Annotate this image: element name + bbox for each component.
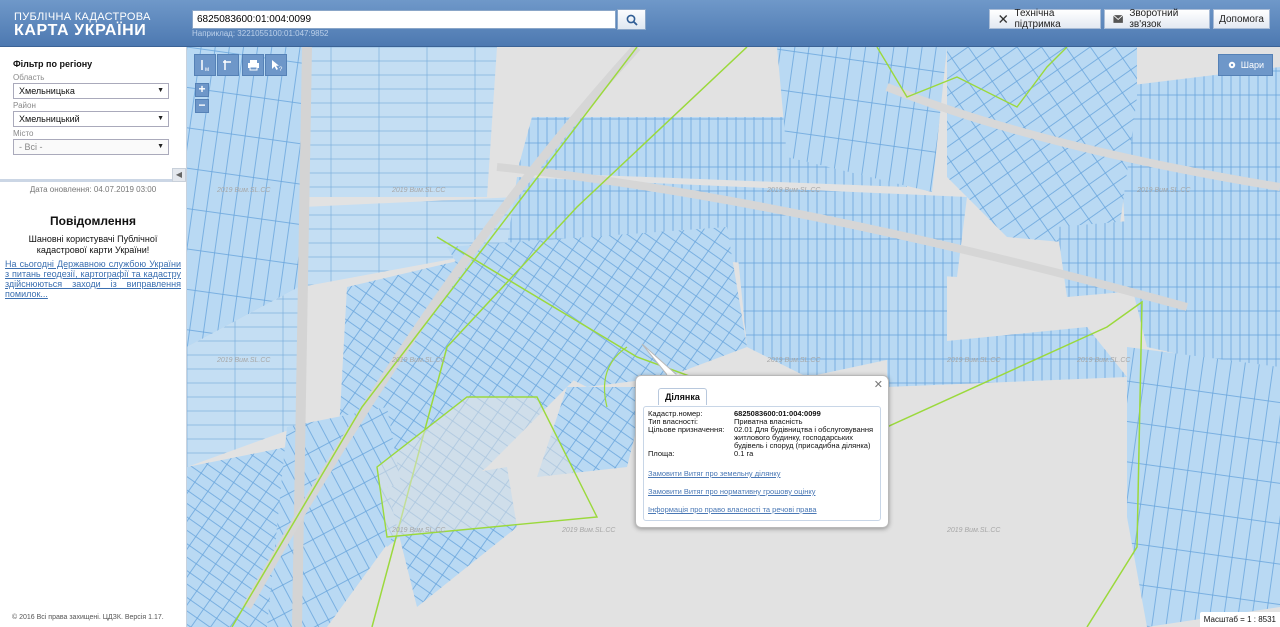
identify-button[interactable]: ? [265, 54, 287, 76]
layers-button[interactable]: Шари [1217, 54, 1273, 76]
support-button[interactable]: Технічна підтримка [989, 8, 1101, 30]
watermark-label: 2019 Вим.SL.CC [216, 357, 271, 364]
watermark-label: 2019 Вим.SL.CC [946, 527, 1001, 534]
notice-title: Повідомлення [50, 214, 136, 228]
search-icon [626, 14, 638, 26]
watermark-label: 2019 Вим.SL.CC [391, 357, 446, 364]
watermark-label: 2019 Вим.SL.CC [766, 357, 821, 364]
measure-tools: м [194, 54, 239, 76]
region-select[interactable]: Хмельницька ▼ [13, 83, 169, 99]
detail-key: Площа: [648, 449, 675, 458]
parcel-info-popup: ✕ Ділянка Кадастр.номер: 6825083600:01:0… [635, 375, 889, 528]
update-date: Дата оновлення: 04.07.2019 03:00 [29, 185, 157, 194]
app-header: ПУБЛІЧНА КАДАСТРОВА КАРТА УКРАЇНИ Наприк… [0, 0, 1280, 47]
detail-value: 0.1 га [734, 449, 754, 458]
measure-distance-button[interactable]: м [194, 54, 216, 76]
detail-row-area: Площа: 0.1 га [648, 450, 876, 458]
filter-title: Фільтр по регіону [13, 59, 93, 69]
search-hint: Наприклад: 3221055100:01:047:9852 [192, 29, 329, 38]
watermark-label: 2019 Вим.SL.CC [216, 187, 271, 194]
tab-parcel[interactable]: Ділянка [658, 388, 707, 405]
watermark-label: 2019 Вим.SL.CC [1076, 357, 1131, 364]
detail-row-purpose: Цільове призначення: 02.01 Для будівницт… [648, 426, 876, 450]
watermark-label: 2019 Вим.SL.CC [561, 527, 616, 534]
region-filter: Фільтр по регіону Область Хмельницька ▼ … [0, 47, 186, 182]
sidebar: Фільтр по регіону Область Хмельницька ▼ … [0, 47, 187, 627]
zoom-controls: + − [195, 83, 209, 113]
zoom-in-button[interactable]: + [195, 83, 209, 97]
city-label: Місто [13, 129, 34, 138]
cadastral-search-input[interactable] [192, 10, 616, 29]
cadastral-map[interactable]: 2019 Вим.SL.CC 2019 Вим.SL.CC 2019 Вим.S… [187, 47, 1280, 627]
ruler-icon: м [201, 60, 209, 72]
collapse-sidebar-button[interactable]: ◀ [172, 168, 186, 182]
detail-key: Цільове призначення: [648, 425, 725, 434]
envelope-icon [1113, 14, 1124, 23]
copyright: © 2016 Всі права захищені. ЦДЗК. Версія … [12, 614, 164, 621]
area-icon [223, 60, 231, 70]
close-icon[interactable]: ✕ [874, 378, 883, 391]
notice-link[interactable]: На сьогодні Державною службою України з … [5, 259, 181, 299]
order-valuation-extract-link[interactable]: Замовити Витяг про нормативну грошову оц… [648, 487, 876, 496]
help-label: Допомога [1219, 13, 1264, 25]
support-label: Технічна підтримка [1014, 8, 1061, 30]
extra-tools: ? [242, 54, 287, 76]
district-value: Хмельницький [19, 114, 80, 124]
feedback-button[interactable]: Зворотний зв'язок [1104, 8, 1210, 30]
tools-icon [999, 15, 1008, 23]
measure-area-button[interactable] [217, 54, 239, 76]
watermark-label: 2019 Вим.SL.CC [391, 527, 446, 534]
district-label: Район [13, 101, 36, 110]
help-button[interactable]: Допомога [1213, 9, 1270, 29]
order-parcel-extract-link[interactable]: Замовити Витяг про земельну ділянку [648, 469, 876, 478]
detail-value: 02.01 Для будівництва і обслуговування ж… [734, 425, 874, 450]
svg-text:м: м [205, 67, 209, 72]
watermark-label: 2019 Вим.SL.CC [1136, 187, 1191, 194]
map-canvas[interactable]: 2019 Вим.SL.CC 2019 Вим.SL.CC 2019 Вим.S… [187, 47, 1280, 627]
feedback-label: Зворотний зв'язок [1129, 8, 1179, 30]
city-select[interactable]: - Всі - ▼ [13, 139, 169, 155]
region-value: Хмельницька [19, 86, 75, 96]
parcel-details-panel: Кадастр.номер: 6825083600:01:004:0099 Ти… [643, 406, 881, 521]
watermark-label: 2019 Вим.SL.CC [946, 357, 1001, 364]
brand-title: КАРТА УКРАЇНИ [14, 22, 147, 39]
chevron-down-icon: ▼ [157, 87, 164, 94]
layers-label: Шари [1240, 60, 1264, 70]
city-value: - Всі - [19, 142, 43, 152]
notice-text: Шановні користувачі Публічної кадастрово… [28, 234, 158, 255]
map-toolbar: м ? [194, 54, 287, 76]
printer-icon [247, 60, 259, 71]
region-label: Область [13, 73, 45, 82]
svg-text:?: ? [279, 67, 283, 72]
chevron-down-icon: ▼ [157, 115, 164, 122]
gear-icon [1228, 61, 1235, 69]
watermark-label: 2019 Вим.SL.CC [766, 187, 821, 194]
search-button[interactable] [617, 9, 646, 30]
chevron-down-icon: ▼ [157, 143, 164, 150]
cursor-question-icon: ? [271, 59, 283, 72]
print-button[interactable] [242, 54, 264, 76]
map-scale: Масштаб = 1 : 8531 [1199, 612, 1280, 627]
watermark-label: 2019 Вим.SL.CC [391, 187, 446, 194]
brand-logo[interactable]: ПУБЛІЧНА КАДАСТРОВА КАРТА УКРАЇНИ [14, 11, 151, 39]
ownership-info-link[interactable]: Інформація про право власності та речові… [648, 505, 876, 514]
popup-pointer [641, 343, 680, 378]
district-select[interactable]: Хмельницький ▼ [13, 111, 169, 127]
zoom-out-button[interactable]: − [195, 99, 209, 113]
